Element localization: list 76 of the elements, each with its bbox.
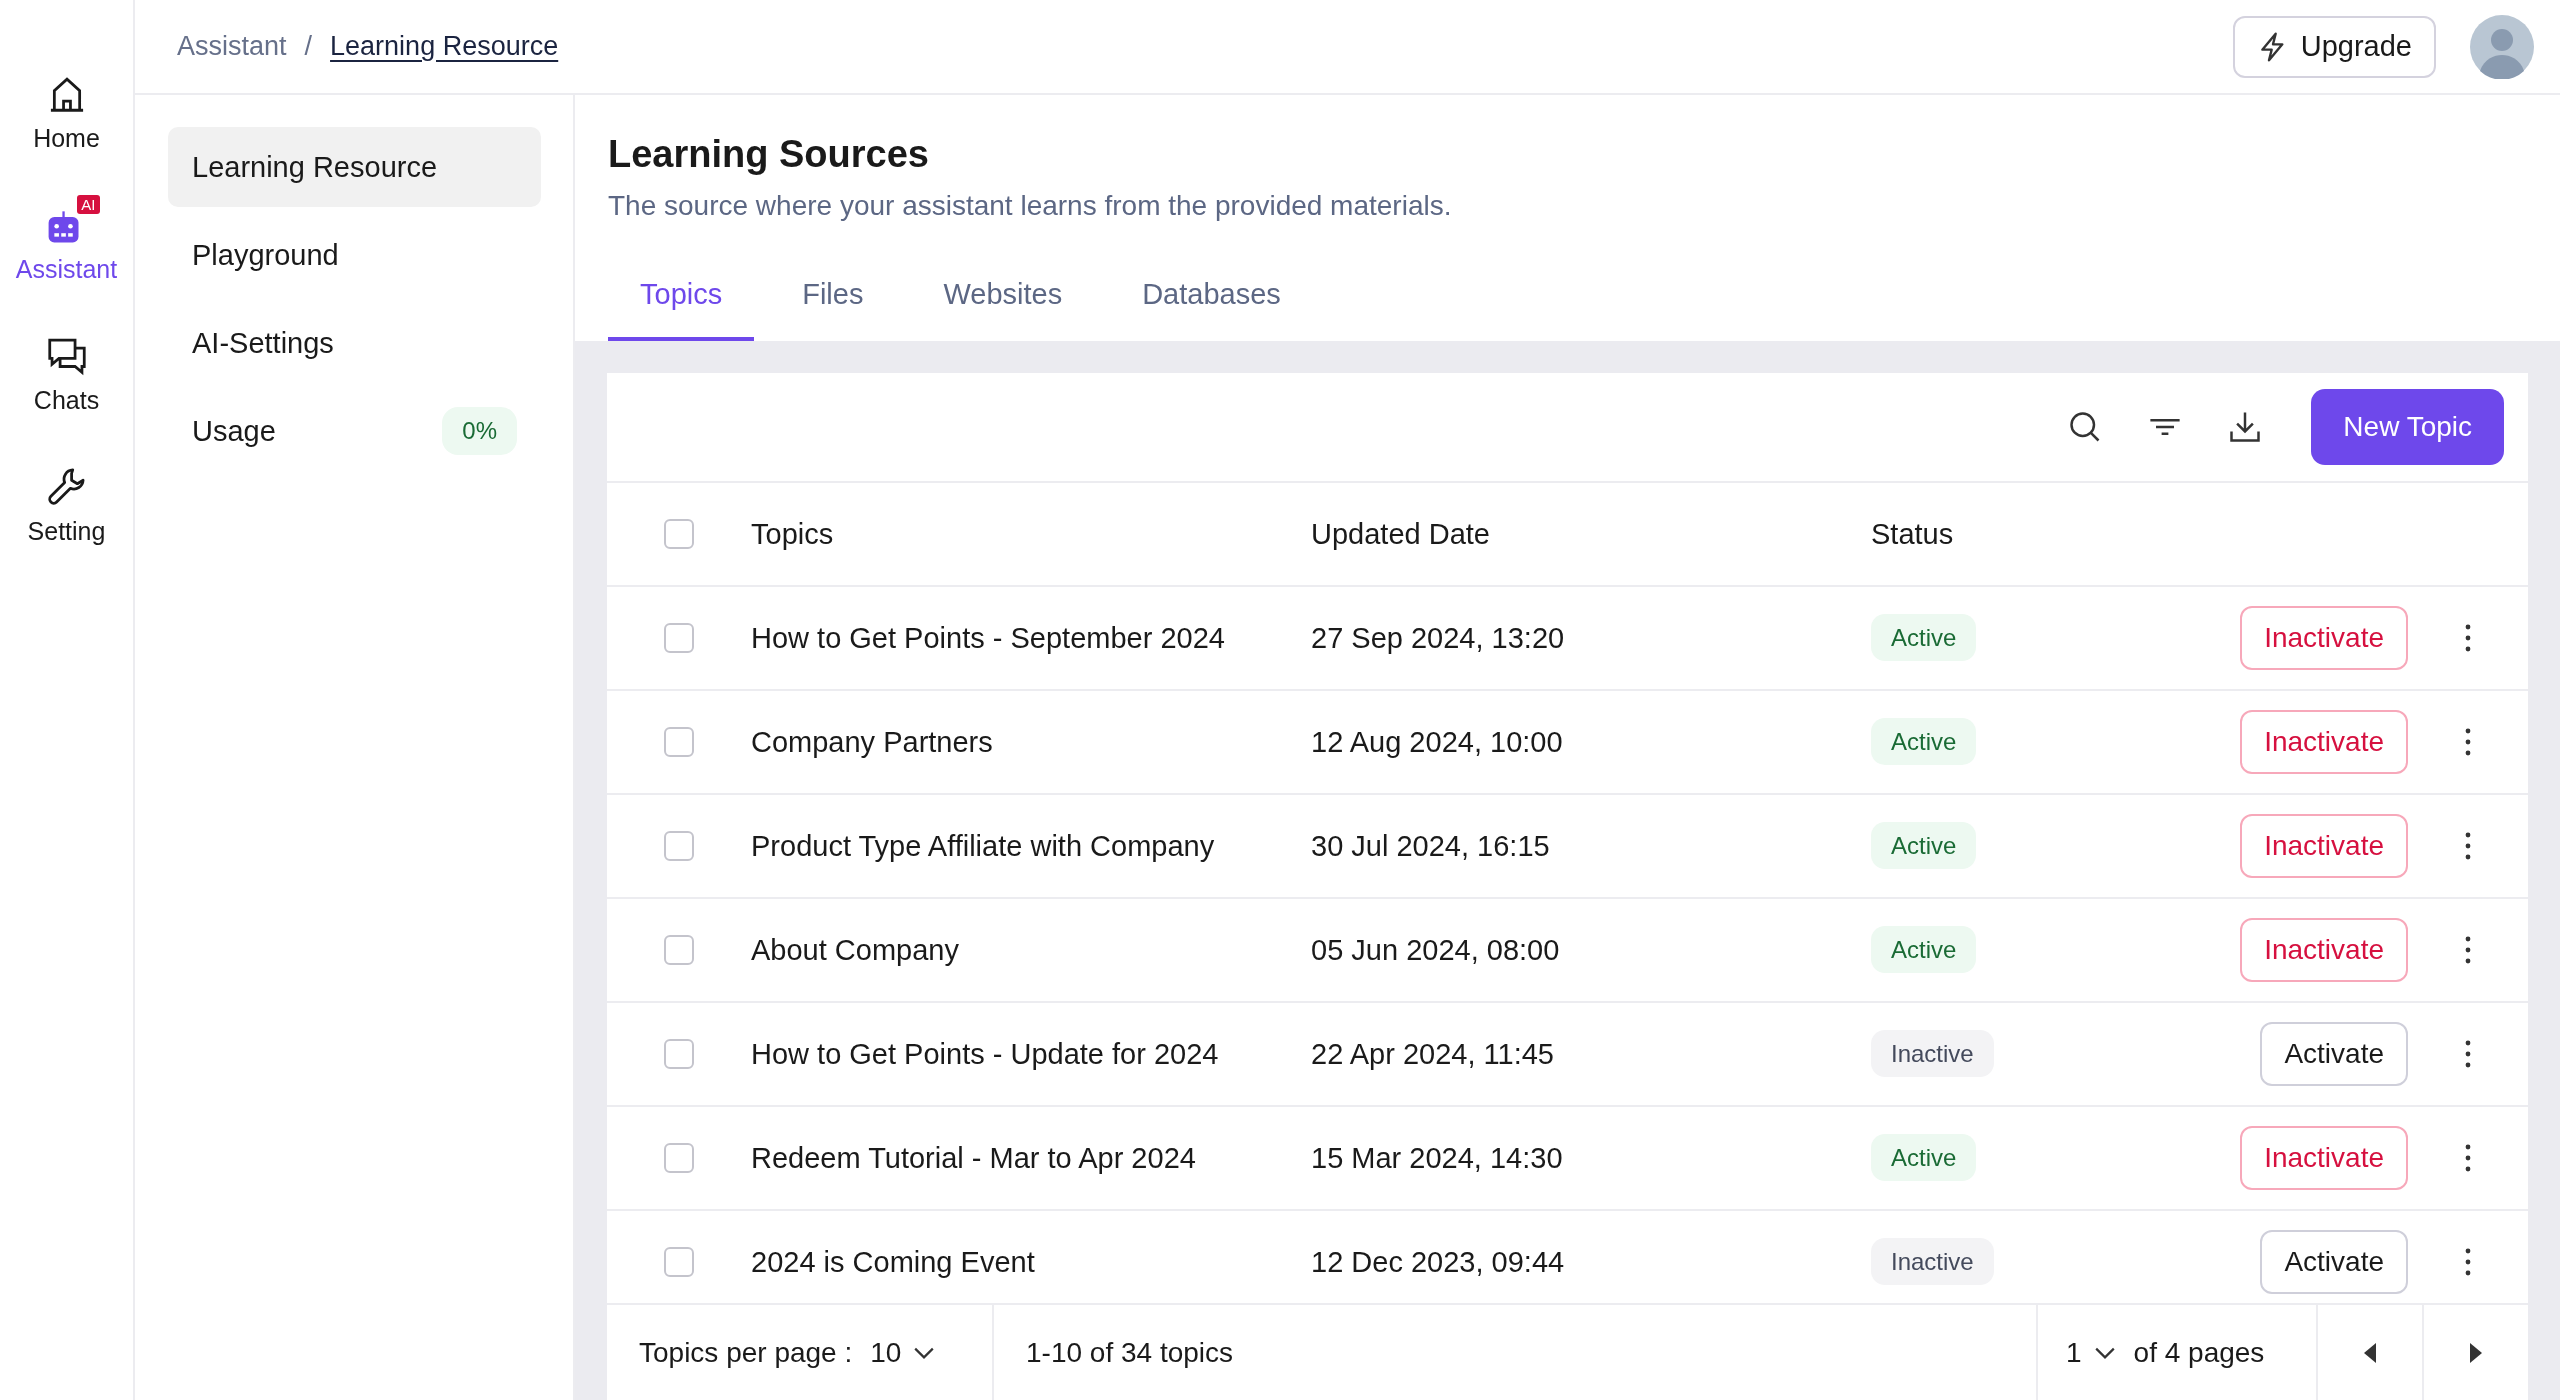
nav-item[interactable]: Setting [13,453,120,546]
status-badge: Active [1871,1134,1977,1181]
usage-badge: 0% [442,407,517,455]
status-badge: Inactive [1871,1238,1994,1285]
column-header: Updated Date [1311,517,1491,551]
nav-item[interactable]: Chats [19,322,114,415]
select-all-checkbox[interactable] [664,519,694,549]
chevron-down-icon [913,1345,936,1360]
per-page-label: Topics per page : [639,1336,853,1369]
page-title: Learning Sources [608,133,930,176]
tab[interactable]: Files [770,266,896,341]
topic-cell-text: Company Partners [751,725,994,759]
breadcrumb-link[interactable]: Learning Resource [330,31,559,62]
row-checkbox[interactable] [664,1143,694,1173]
upgrade-button[interactable]: Upgrade [2232,15,2436,78]
topic-cell-text: Redeem Tutorial - Mar to Apr 2024 [751,1141,1197,1175]
more-icon[interactable] [2464,727,2472,757]
breadcrumb-separator: / [304,31,313,62]
topic-cell-text: How to Get Points - September 2024 [751,621,1226,655]
more-icon[interactable] [2464,1247,2472,1277]
topic-cell-text: Product Type Affiliate with Company [751,829,1216,863]
breadcrumb-link[interactable]: Assistant [177,31,287,62]
range-text: 1-10 of 34 topics [1026,1336,1234,1369]
toggle-status-button[interactable]: Activate [2260,1230,2408,1294]
date-cell-text: 15 Mar 2024, 14:30 [1311,1141,1564,1175]
row-checkbox[interactable] [664,1039,694,1069]
row-checkbox[interactable] [664,623,694,653]
status-badge: Inactive [1871,1030,1994,1077]
status-badge: Active [1871,614,1977,661]
next-page-icon[interactable] [2469,1341,2483,1364]
topic-cell-text: How to Get Points - Update for 2024 [751,1037,1220,1071]
row-checkbox[interactable] [664,727,694,757]
topic-cell-text: About Company [751,933,960,967]
date-cell-text: 05 Jun 2024, 08:00 [1311,933,1561,967]
nav-item[interactable]: Home [19,60,114,153]
date-cell-text: 12 Aug 2024, 10:00 [1311,725,1564,759]
nav-item[interactable]: AI Assistant [1,191,132,284]
sidebar-item[interactable]: Usage 0% [168,391,541,471]
new-topic-button[interactable]: New Topic [2311,389,2504,465]
status-badge: Active [1871,718,1977,765]
more-icon[interactable] [2464,1039,2472,1069]
per-page-select[interactable]: 10 [870,1336,936,1369]
more-icon[interactable] [2464,623,2472,653]
tab[interactable]: Websites [911,266,1095,341]
more-icon[interactable] [2464,1143,2472,1173]
more-icon[interactable] [2464,935,2472,965]
page-select[interactable]: 1 [2066,1336,2116,1369]
toggle-status-button[interactable]: Inactivate [2240,1126,2408,1190]
date-cell-text: 30 Jul 2024, 16:15 [1311,829,1551,863]
previous-page-icon[interactable] [2363,1341,2377,1364]
pages-text: of 4 pages [2133,1336,2265,1369]
date-cell-text: 12 Dec 2023, 09:44 [1311,1245,1566,1279]
topic-cell-text: 2024 is Coming Event [751,1245,1036,1279]
row-checkbox[interactable] [664,1247,694,1277]
page-subtitle: The source where your assistant learns from the provided materials. [608,190,1453,222]
toggle-status-button[interactable]: Inactivate [2240,918,2408,982]
column-header: Status [1871,517,1955,551]
avatar[interactable] [2470,14,2534,79]
sidebar-item[interactable]: Learning Resource [168,127,541,207]
date-cell-text: 22 Apr 2024, 11:45 [1311,1037,1555,1071]
chevron-down-icon [2093,1345,2116,1360]
toggle-status-button[interactable]: Inactivate [2240,710,2408,774]
row-checkbox[interactable] [664,935,694,965]
toggle-status-button[interactable]: Inactivate [2240,606,2408,670]
ai-badge: AI [77,195,100,214]
tab[interactable]: Databases [1110,266,1313,341]
sidebar-item[interactable]: Playground [168,215,541,295]
date-cell-text: 27 Sep 2024, 13:20 [1311,621,1566,655]
toggle-status-button[interactable]: Activate [2260,1022,2408,1086]
column-header: Topics [751,517,835,551]
status-badge: Active [1871,822,1977,869]
sidebar-item[interactable]: AI-Settings [168,303,541,383]
toggle-status-button[interactable]: Inactivate [2240,814,2408,878]
row-checkbox[interactable] [664,831,694,861]
more-icon[interactable] [2464,831,2472,861]
status-badge: Active [1871,926,1977,973]
